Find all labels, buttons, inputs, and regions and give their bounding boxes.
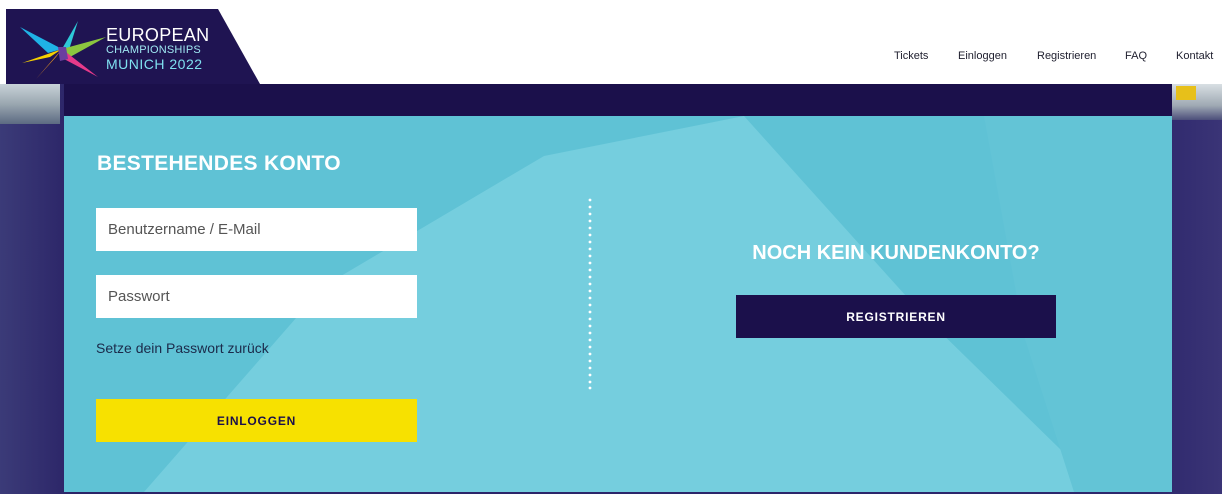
- background-photo-left: [0, 84, 60, 124]
- logo-star-icon: [20, 21, 106, 79]
- logo-line-3: MUNICH 2022: [106, 56, 203, 72]
- password-placeholder: Passwort: [108, 288, 170, 305]
- no-account-heading: NOCH KEIN KUNDENKONTO?: [752, 242, 1040, 264]
- reset-password-link[interactable]: Setze dein Passwort zurück: [96, 340, 269, 356]
- register-button-label: REGISTRIEREN: [846, 309, 946, 324]
- login-button[interactable]: EINLOGGEN: [96, 399, 417, 442]
- logo[interactable]: EUROPEAN CHAMPIONSHIPS MUNICH 2022: [6, 9, 260, 84]
- logo-line-2: CHAMPIONSHIPS: [106, 44, 201, 56]
- username-input[interactable]: Benutzername / E-Mail: [96, 208, 417, 251]
- password-input[interactable]: Passwort: [96, 275, 417, 318]
- nav-kontakt[interactable]: Kontakt: [1176, 50, 1213, 62]
- nav-tickets[interactable]: Tickets: [894, 50, 928, 62]
- divider-dots: [588, 198, 592, 390]
- logo-line-1: EUROPEAN: [106, 25, 210, 45]
- nav-registrieren[interactable]: Registrieren: [1037, 50, 1096, 62]
- login-button-label: EINLOGGEN: [216, 413, 297, 428]
- register-button[interactable]: REGISTRIEREN: [736, 295, 1056, 338]
- username-placeholder: Benutzername / E-Mail: [108, 221, 261, 238]
- background-accent: [1176, 86, 1196, 100]
- header: EUROPEAN CHAMPIONSHIPS MUNICH 2022 Ticke…: [0, 0, 1222, 84]
- existing-account-heading: BESTEHENDES KONTO: [97, 152, 341, 175]
- panel-top-bar: [64, 84, 1172, 116]
- nav-einloggen[interactable]: Einloggen: [958, 50, 1007, 62]
- nav-faq[interactable]: FAQ: [1125, 50, 1147, 62]
- logo-wordmark: EUROPEAN CHAMPIONSHIPS MUNICH 2022: [106, 26, 209, 71]
